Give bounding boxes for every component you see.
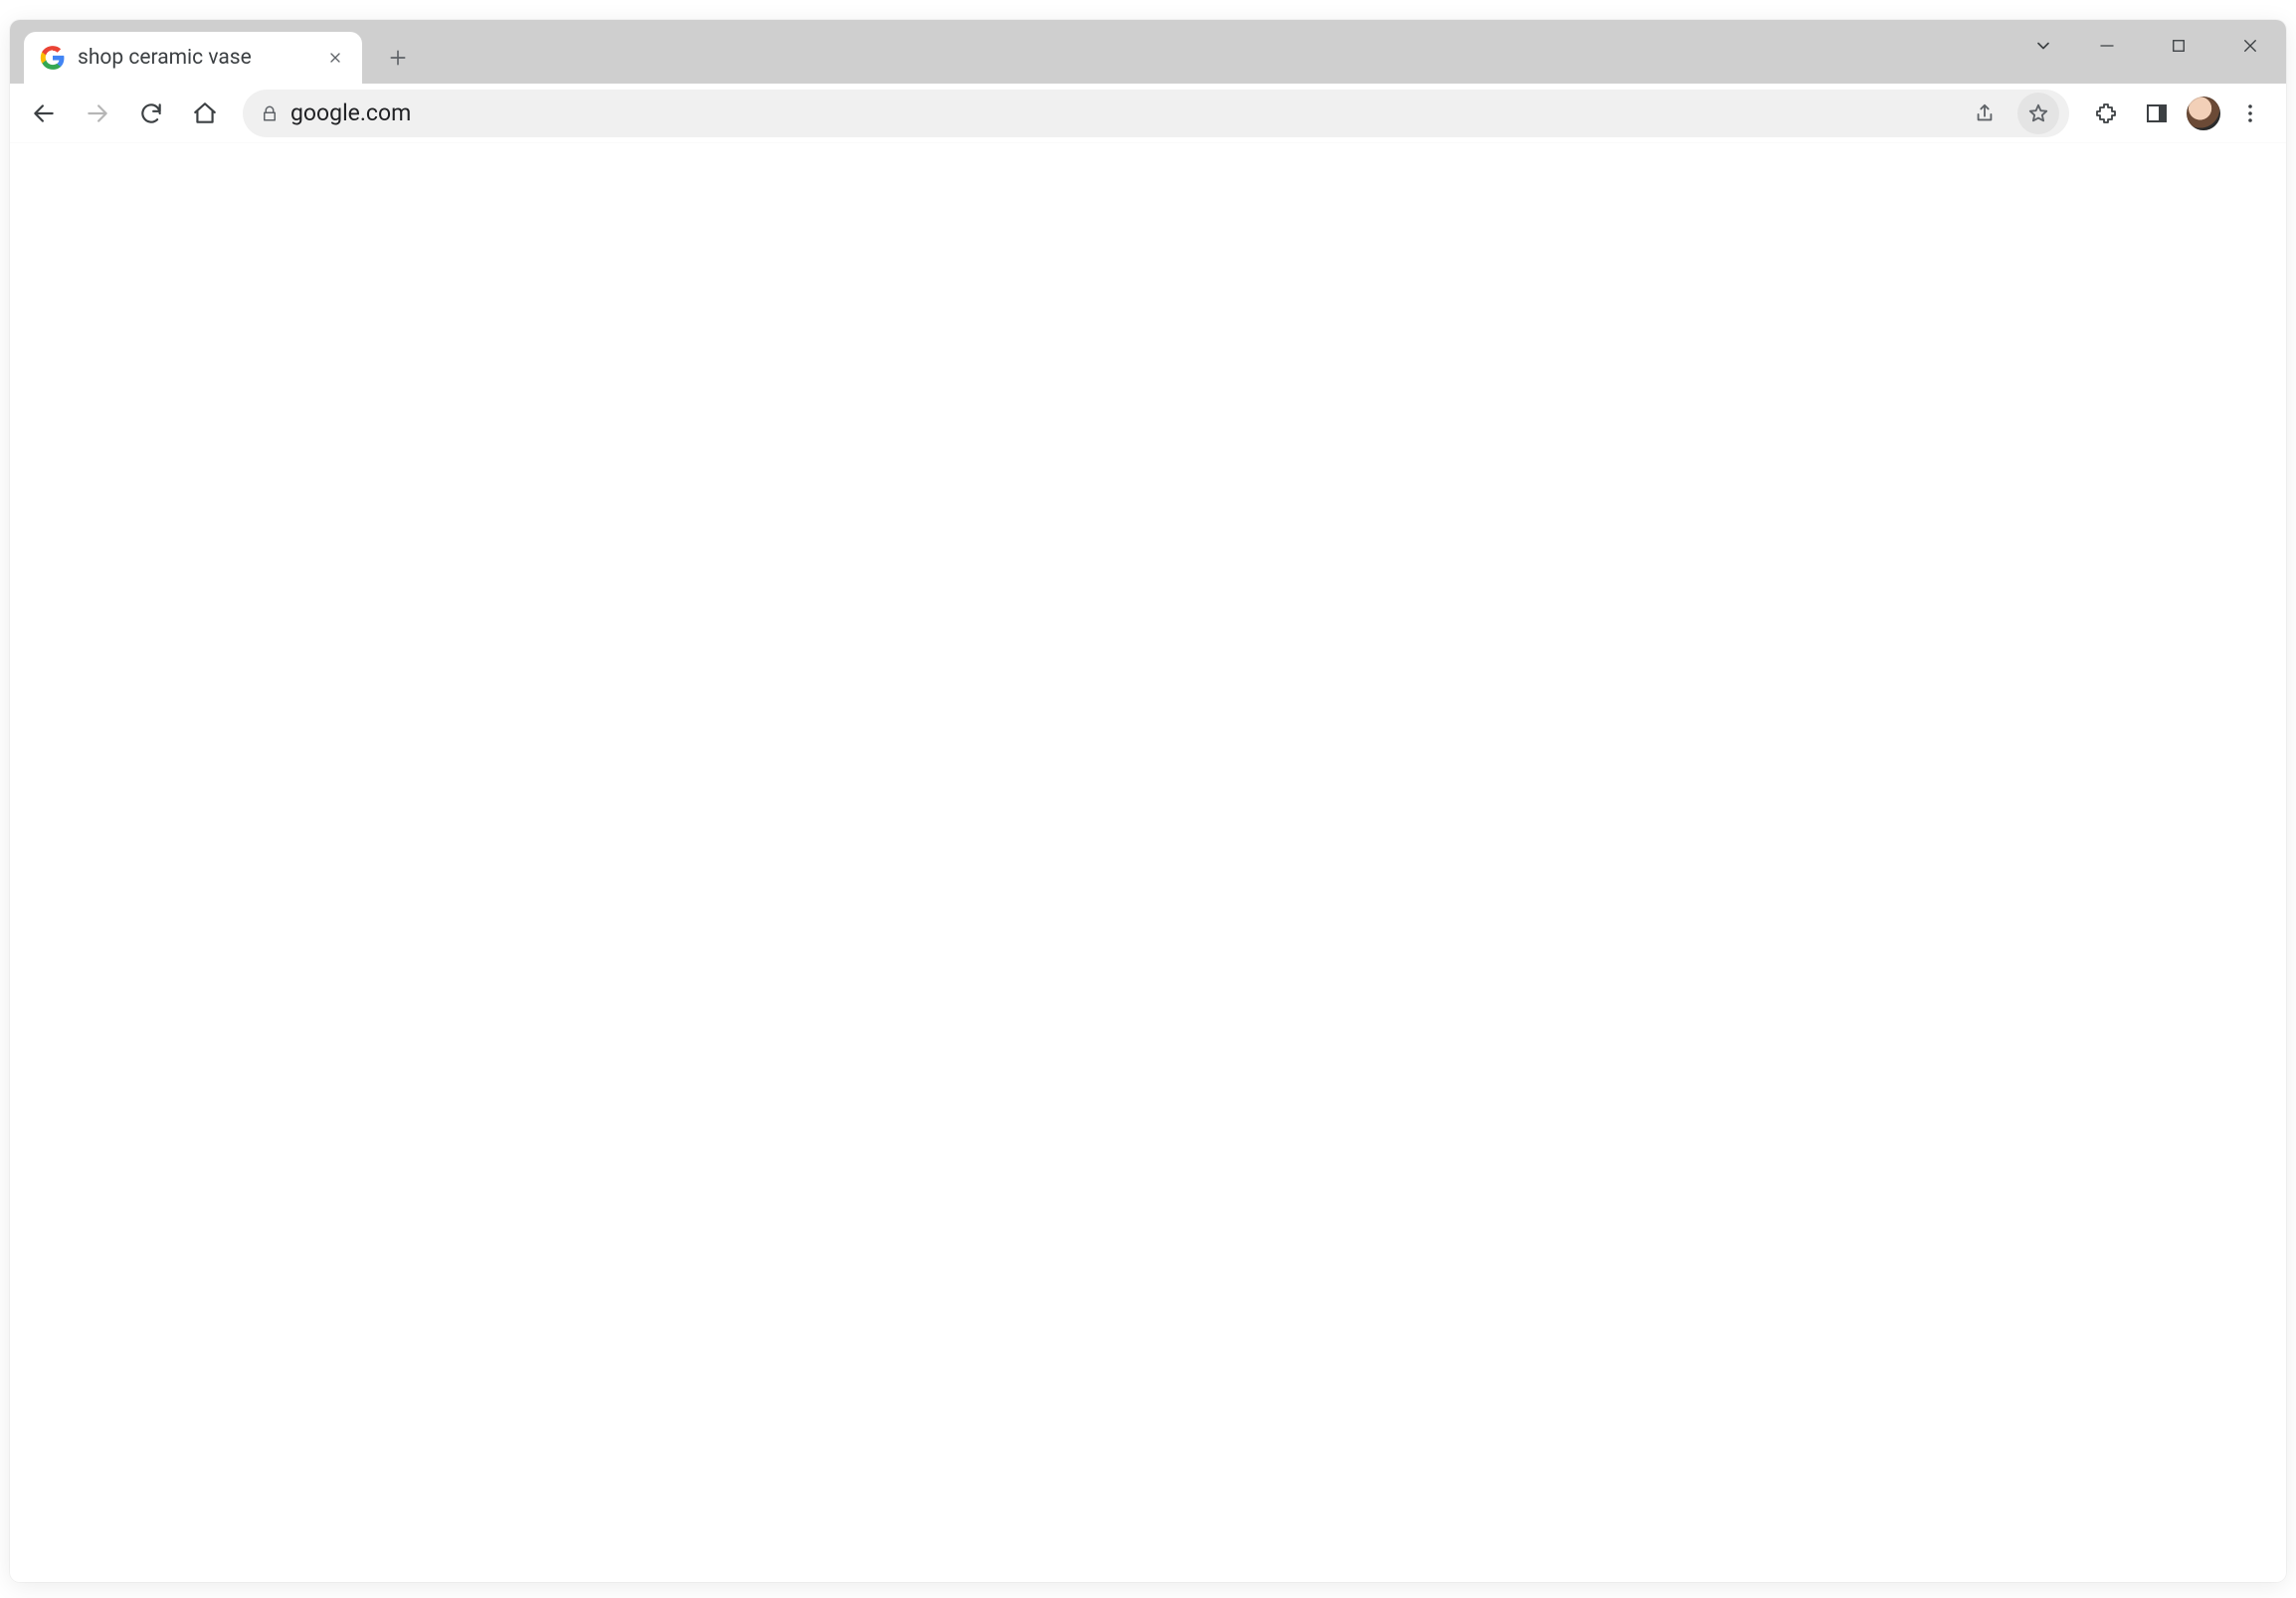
close-icon <box>327 50 343 66</box>
sidepanel-icon <box>2145 101 2169 125</box>
sidepanel-button[interactable] <box>2133 90 2181 137</box>
tab-title: shop ceramic vase <box>78 46 310 70</box>
arrow-left-icon <box>31 100 57 126</box>
arrow-right-icon <box>85 100 110 126</box>
minimize-icon <box>2098 37 2116 55</box>
toolbar: google.com <box>10 84 2286 143</box>
google-favicon-icon <box>40 45 66 71</box>
site-info-button[interactable] <box>261 104 279 122</box>
reload-icon <box>138 100 164 126</box>
window-controls <box>2015 20 2286 72</box>
share-icon <box>1974 102 1996 124</box>
address-bar[interactable]: google.com <box>243 90 2069 137</box>
close-icon <box>2241 37 2259 55</box>
search-tabs-button[interactable] <box>2015 20 2071 72</box>
maximize-button[interactable] <box>2143 20 2214 72</box>
close-window-button[interactable] <box>2214 20 2286 72</box>
new-tab-button[interactable] <box>376 36 420 80</box>
tab-close-button[interactable] <box>322 45 348 71</box>
reload-button[interactable] <box>127 90 175 137</box>
extensions-button[interactable] <box>2083 90 2131 137</box>
tab-active[interactable]: shop ceramic vase <box>24 32 362 84</box>
share-button[interactable] <box>1964 93 2006 134</box>
profile-avatar[interactable] <box>2187 97 2220 130</box>
maximize-icon <box>2170 37 2188 55</box>
minimize-button[interactable] <box>2071 20 2143 72</box>
plus-icon <box>388 48 408 68</box>
lock-icon <box>261 104 279 122</box>
extensions-icon <box>2095 101 2119 125</box>
chevron-down-icon <box>2033 36 2053 56</box>
home-button[interactable] <box>181 90 229 137</box>
tab-strip: shop ceramic vase <box>10 20 2286 84</box>
back-button[interactable] <box>20 90 68 137</box>
forward-button[interactable] <box>74 90 121 137</box>
home-icon <box>192 100 218 126</box>
url-text[interactable]: google.com <box>290 100 1952 126</box>
star-icon <box>2027 102 2049 124</box>
browser-window: shop ceramic vase <box>10 20 2286 1582</box>
chrome-menu-button[interactable] <box>2226 90 2274 137</box>
kebab-menu-icon <box>2238 101 2262 125</box>
page-content <box>10 143 2286 1582</box>
bookmark-button[interactable] <box>2017 93 2059 134</box>
toolbar-right <box>2083 90 2274 137</box>
